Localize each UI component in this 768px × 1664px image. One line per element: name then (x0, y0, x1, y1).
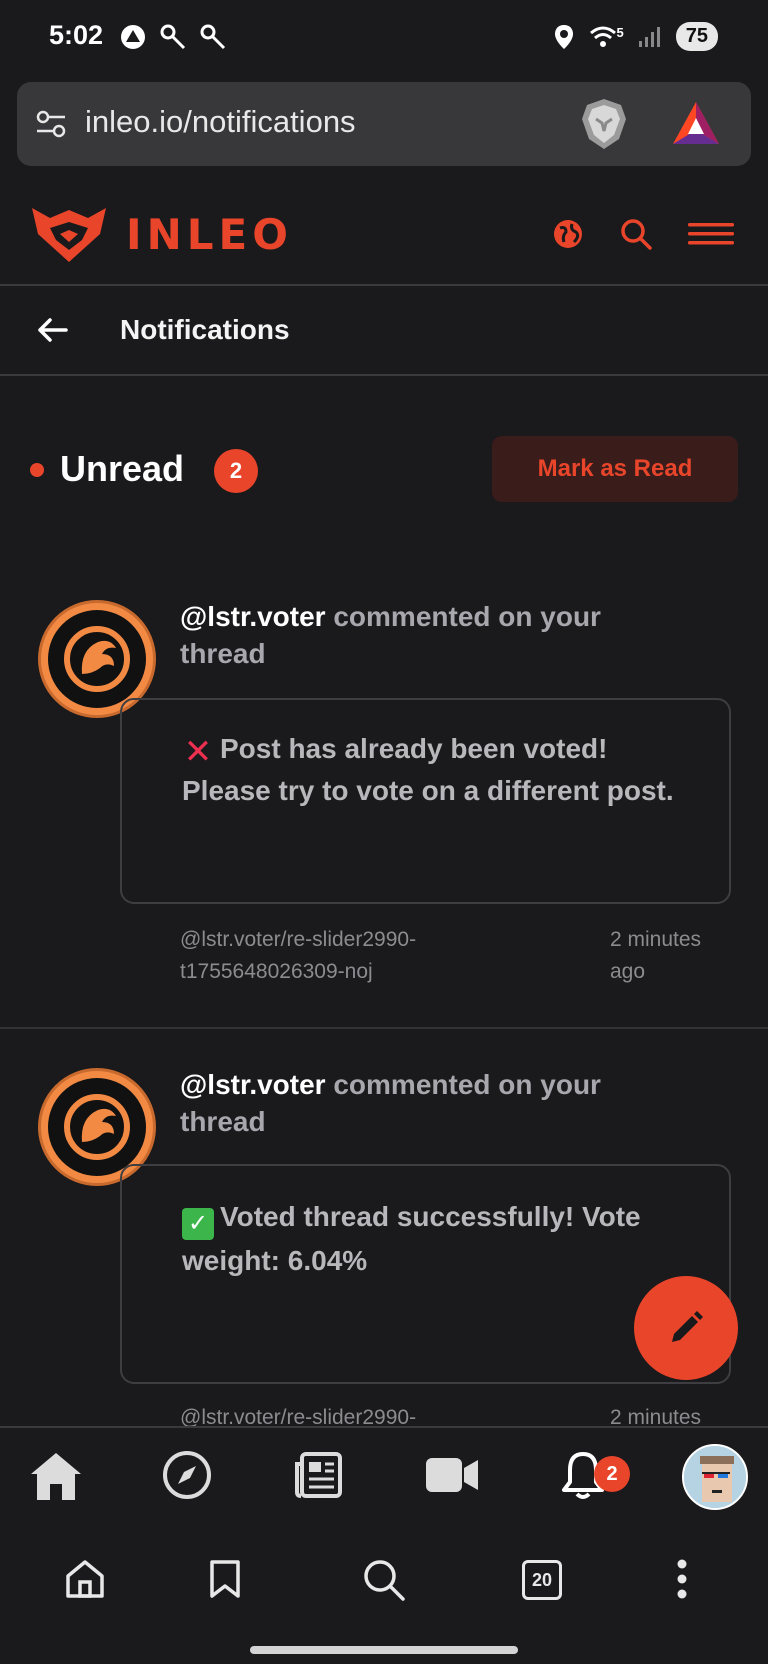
status-time: 5:02 (49, 20, 104, 50)
profile-avatar[interactable] (682, 1444, 748, 1510)
back-arrow-icon[interactable] (36, 314, 68, 346)
pixel-avatar-icon (684, 1446, 746, 1508)
search-icon[interactable] (620, 218, 652, 250)
compose-button[interactable] (634, 1276, 738, 1380)
news-icon[interactable] (294, 1450, 344, 1500)
battery-indicator: 75 (675, 22, 718, 51)
explore-compass-icon[interactable] (162, 1450, 212, 1500)
notification-username[interactable]: @lstr.voter (180, 1069, 326, 1100)
notification-heading: @lstr.voter commented on your thread (180, 598, 680, 672)
brave-shields-icon[interactable] (579, 97, 629, 151)
notification-time: 2 minutes ago (610, 928, 702, 983)
site-header: INLEO (0, 184, 768, 286)
bat-rewards-icon[interactable] (671, 100, 721, 146)
bookmark-icon[interactable] (208, 1558, 242, 1600)
site-settings-icon[interactable] (35, 108, 67, 140)
inleo-logo[interactable]: INLEO (30, 204, 293, 264)
notification-message-box[interactable]: ✕ Post has already been voted! Please try… (120, 698, 731, 904)
unread-section-header: Unread 2 Mark as Read (0, 430, 768, 510)
key-icon (200, 24, 226, 50)
address-bar[interactable]: inleo.io/notifications (17, 82, 751, 166)
notifications-badge: 2 (594, 1456, 630, 1492)
browser-bottom-bar: 20 (0, 1530, 768, 1664)
app-bottom-nav: 2 (0, 1426, 768, 1530)
check-mark-icon: ✓ (182, 1208, 214, 1240)
notification-divider (0, 1027, 768, 1029)
lion-head-icon (64, 1094, 130, 1160)
gesture-home-indicator[interactable] (250, 1646, 518, 1654)
home-icon[interactable] (28, 1450, 84, 1502)
notification-heading: @lstr.voter commented on your thread (180, 1066, 680, 1140)
url-text[interactable]: inleo.io/notifications (85, 104, 356, 140)
notification-permlink[interactable]: @lstr.voter/re-slider2990-t1755648026309… (180, 924, 480, 988)
notification-message: Voted thread successfully! Vote weight: … (182, 1201, 641, 1276)
pencil-icon (672, 1311, 703, 1342)
signal-icon (638, 26, 660, 47)
location-icon (554, 24, 573, 49)
status-indicators: 5 75 (553, 22, 718, 51)
unread-count-badge: 2 (214, 449, 258, 493)
header-actions (552, 218, 734, 250)
unread-dot (30, 463, 44, 477)
globe-icon[interactable] (552, 218, 584, 250)
notification-username[interactable]: @lstr.voter (180, 601, 326, 632)
browser-search-icon[interactable] (362, 1558, 406, 1602)
lion-head-icon (64, 626, 130, 692)
network-label: 5 (616, 24, 624, 40)
browser-toolbar: inleo.io/notifications (0, 76, 768, 184)
wifi-icon (589, 26, 616, 47)
notification-message: Post has already been voted! Please try … (182, 733, 674, 806)
more-menu-icon[interactable] (676, 1558, 688, 1600)
brand-name: INLEO (126, 209, 293, 259)
browser-home-icon[interactable] (64, 1558, 106, 1600)
hamburger-menu-icon[interactable] (688, 222, 734, 246)
status-bar: 5:02 5 75 (0, 0, 768, 76)
app-notification-icon (121, 25, 145, 49)
video-camera-icon[interactable] (424, 1454, 480, 1496)
status-notification-icons (118, 22, 228, 52)
lion-logo-icon (32, 208, 106, 262)
unread-label: Unread (60, 448, 185, 489)
mark-as-read-button[interactable]: Mark as Read (492, 436, 738, 502)
cross-mark-icon: ✕ (183, 733, 213, 771)
page-header: Notifications (0, 286, 768, 376)
page-title: Notifications (120, 314, 290, 345)
tabs-count-button[interactable]: 20 (522, 1560, 562, 1600)
key-icon (160, 24, 186, 50)
